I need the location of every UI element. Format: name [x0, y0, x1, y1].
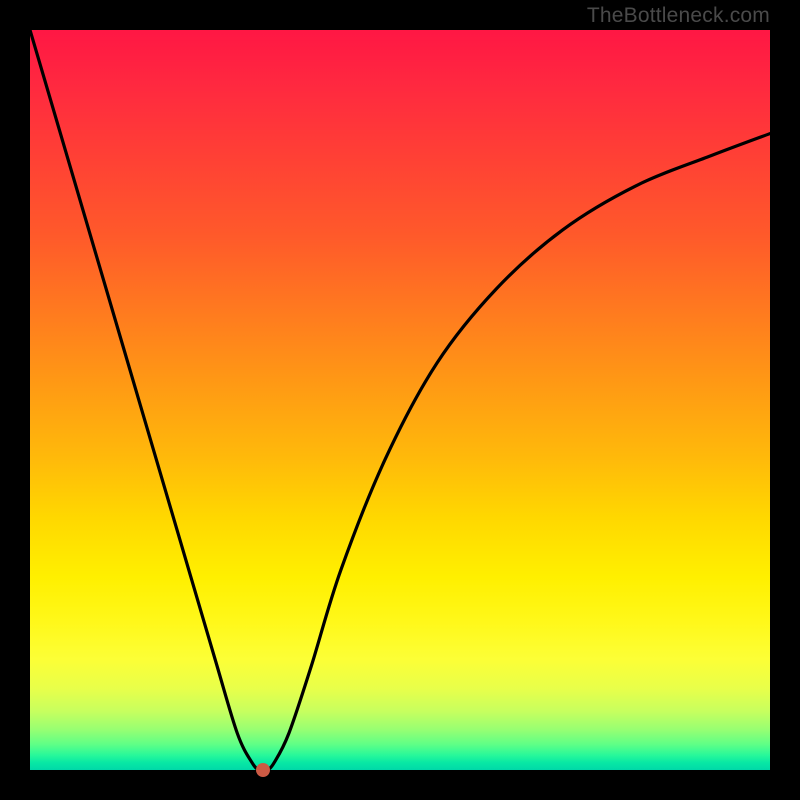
watermark-text: TheBottleneck.com: [587, 4, 770, 28]
plot-background-gradient: [30, 30, 770, 770]
minimum-marker-dot: [256, 763, 270, 777]
chart-frame: TheBottleneck.com: [0, 0, 800, 800]
